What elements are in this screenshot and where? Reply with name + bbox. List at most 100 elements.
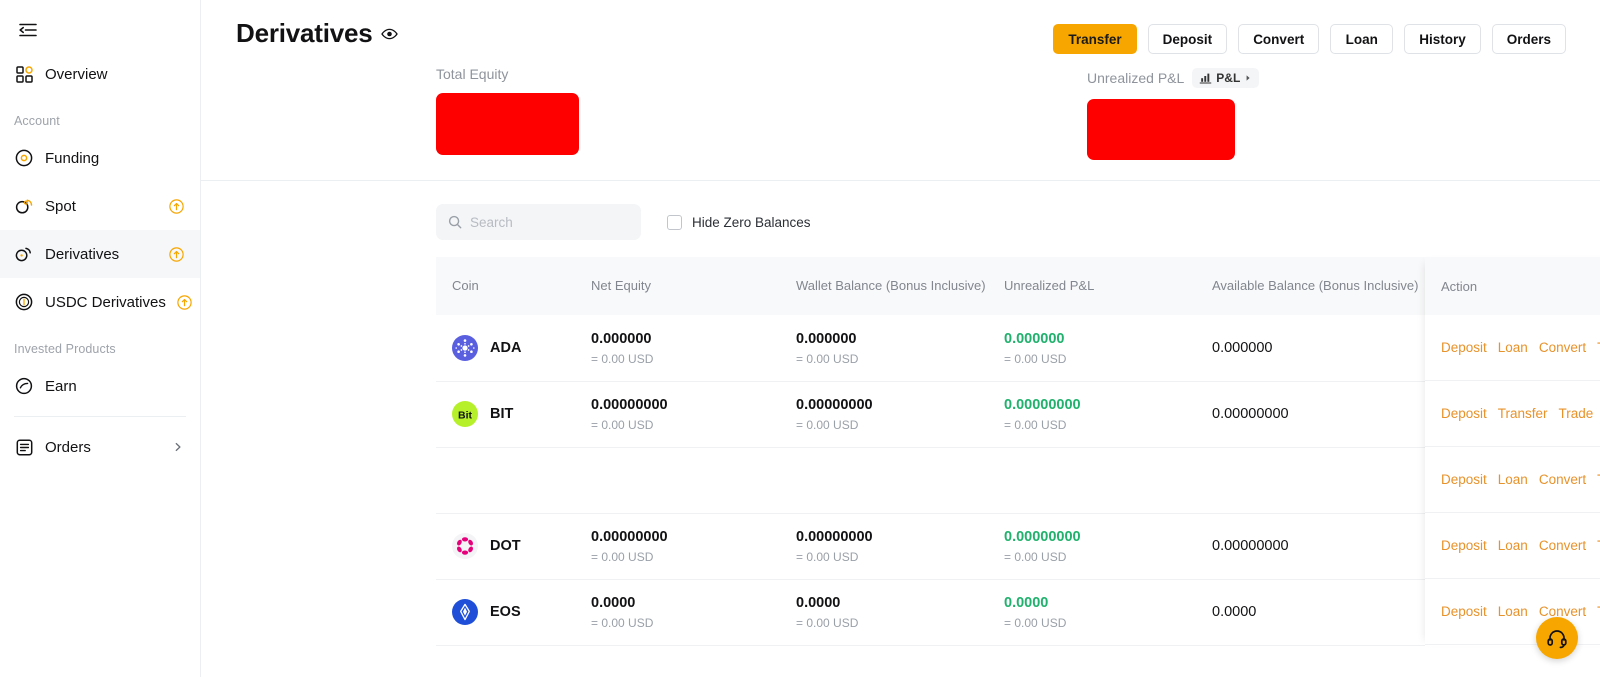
coin-cell: Bit BIT xyxy=(452,401,576,427)
dot-coin-icon xyxy=(452,533,478,559)
header-actions: Transfer Deposit Convert Loan History Or… xyxy=(1053,18,1566,54)
sidebar-collapse-icon[interactable] xyxy=(8,10,48,50)
account-stats: Total Equity Unrealized P&L P&L xyxy=(201,54,1600,174)
hide-zero-balances-checkbox[interactable] xyxy=(667,214,682,230)
loan-link[interactable]: Loan xyxy=(1498,538,1528,553)
wallet-balance-value: 0.00000000 xyxy=(796,396,873,413)
column-header-wallet-balance[interactable]: Wallet Balance (Bonus Inclusive) xyxy=(781,257,989,315)
search-box[interactable] xyxy=(436,204,641,240)
grid-icon xyxy=(14,64,34,84)
net-equity-usd: = 0.00 USD xyxy=(591,351,654,366)
deposit-link[interactable]: Deposit xyxy=(1441,538,1487,553)
net-equity-usd: = 0.00 USD xyxy=(591,550,654,565)
balances-table-wrapper: Coin Net Equity Wallet Balance (Bonus In… xyxy=(436,257,1600,646)
deposit-link[interactable]: Deposit xyxy=(1441,340,1487,355)
sidebar-item-overview[interactable]: Overview xyxy=(0,50,200,98)
history-button[interactable]: History xyxy=(1404,24,1481,54)
page-title: Derivatives xyxy=(236,18,373,48)
deposit-link[interactable]: Deposit xyxy=(1441,406,1487,421)
sidebar-divider xyxy=(14,416,186,417)
deposit-link[interactable]: Deposit xyxy=(1441,604,1487,619)
sidebar-item-label: Earn xyxy=(45,377,77,395)
net-equity-usd: = 0.00 USD xyxy=(591,418,654,433)
deposit-button[interactable]: Deposit xyxy=(1147,24,1228,54)
total-equity-stat: Total Equity xyxy=(436,66,579,155)
eye-visibility-icon[interactable] xyxy=(380,27,398,41)
cell-unrealized-pnl: 0.00000000 = 0.00 USD xyxy=(989,381,1197,448)
cell-coin: DOT xyxy=(436,513,576,580)
orders-button[interactable]: Orders xyxy=(1491,24,1566,54)
main-content: Derivatives Transfer Deposit Convert Loa… xyxy=(201,0,1600,677)
sidebar-item-earn[interactable]: Earn xyxy=(0,362,200,410)
unrealized-pnl-label: Unrealized P&L xyxy=(1087,70,1185,86)
wallet-balance-value: 0.0000 xyxy=(796,594,841,611)
total-equity-label: Total Equity xyxy=(436,66,509,82)
loan-link[interactable]: Loan xyxy=(1498,604,1528,619)
convert-link[interactable]: Convert xyxy=(1539,340,1586,355)
column-header-coin[interactable]: Coin xyxy=(436,257,576,315)
loan-link[interactable]: Loan xyxy=(1498,472,1528,487)
sidebar-item-derivatives[interactable]: Derivatives xyxy=(0,230,200,278)
action-cell: Deposit Transfer Trade xyxy=(1425,381,1600,447)
unrealized-pnl-value-redacted xyxy=(1087,99,1235,160)
unrealized-pnl-value: 0.0000 xyxy=(1004,594,1049,611)
wallet-balance-usd: = 0.00 USD xyxy=(796,418,859,433)
coin-name: ADA xyxy=(490,339,522,356)
column-header-available-balance[interactable]: Available Balance (Bonus Inclusive) xyxy=(1197,257,1437,315)
sidebar-item-label: USDC Derivatives xyxy=(45,293,166,311)
cell-net-equity: 0.00000000 = 0.00 USD xyxy=(576,381,781,448)
pnl-chip-button[interactable]: P&L xyxy=(1192,68,1260,88)
cell-coin: Bit BIT xyxy=(436,381,576,448)
sidebar-section-account: Account xyxy=(14,114,60,128)
sidebar-item-usdc-derivatives[interactable]: USDC Derivatives xyxy=(0,278,200,326)
column-header-unrealized-pnl[interactable]: Unrealized P&L xyxy=(989,257,1197,315)
convert-button[interactable]: Convert xyxy=(1238,24,1320,54)
support-chat-button[interactable] xyxy=(1536,617,1578,659)
earn-icon xyxy=(14,376,34,396)
transfer-button[interactable]: Transfer xyxy=(1053,24,1137,54)
transfer-arrow-icon[interactable] xyxy=(169,198,184,214)
pnl-chip-label: P&L xyxy=(1216,71,1241,85)
coin-cell: EOS xyxy=(452,599,576,625)
transfer-arrow-icon[interactable] xyxy=(177,294,192,310)
cell-coin: EOS xyxy=(436,579,576,646)
coin-name: DOT xyxy=(490,538,521,554)
transfer-link[interactable]: Transfer xyxy=(1498,406,1548,421)
net-equity-value: 0.00000000 xyxy=(591,396,668,413)
sidebar-item-funding[interactable]: Funding xyxy=(0,134,200,182)
column-header-net-equity[interactable]: Net Equity xyxy=(576,257,781,315)
wallet-balance-value: 0.000000 xyxy=(796,330,857,347)
trade-link[interactable]: Trade xyxy=(1559,406,1594,421)
hide-zero-balances-label: Hide Zero Balances xyxy=(692,214,811,230)
bar-chart-icon xyxy=(1199,72,1212,84)
wallet-balance-usd: = 0.00 USD xyxy=(796,351,859,366)
cell-wallet-balance: 0.00000000 = 0.00 USD xyxy=(781,513,989,580)
sidebar-item-orders[interactable]: Orders xyxy=(0,423,200,471)
transfer-arrow-icon[interactable] xyxy=(169,246,184,262)
deposit-link[interactable]: Deposit xyxy=(1441,472,1487,487)
unrealized-pnl-value: 0.00000000 xyxy=(1004,396,1081,413)
search-input[interactable] xyxy=(470,214,629,230)
wallet-balance-usd: = 0.00 USD xyxy=(796,616,859,631)
available-balance-value: 0.00000000 xyxy=(1212,537,1289,554)
convert-link[interactable]: Convert xyxy=(1539,472,1586,487)
loan-link[interactable]: Loan xyxy=(1498,340,1528,355)
ada-coin-icon xyxy=(452,334,478,361)
sidebar-item-label: Spot xyxy=(45,197,76,215)
cell-unrealized-pnl: 0.0000 = 0.00 USD xyxy=(989,579,1197,646)
net-equity-value: 0.00000000 xyxy=(591,528,668,545)
cell-net-equity: 0.0000 = 0.00 USD xyxy=(576,579,781,646)
sidebar-item-label: Overview xyxy=(45,65,108,83)
page-title-row: Derivatives xyxy=(236,18,398,49)
sidebar-item-spot[interactable]: Spot xyxy=(0,182,200,230)
spot-icon xyxy=(14,196,34,216)
unrealized-pnl-usd: = 0.00 USD xyxy=(1004,550,1067,565)
hide-zero-balances-toggle[interactable]: Hide Zero Balances xyxy=(667,214,811,230)
loan-button[interactable]: Loan xyxy=(1330,24,1394,54)
cell-net-equity: 0.000000 = 0.00 USD xyxy=(576,315,781,382)
chevron-right-icon xyxy=(172,441,184,453)
app-root: Overview Account Funding Spot Derivative… xyxy=(0,0,1600,677)
available-balance-value: 0.0000 xyxy=(1212,603,1257,620)
cell-wallet-balance: 0.0000 = 0.00 USD xyxy=(781,579,989,646)
convert-link[interactable]: Convert xyxy=(1539,538,1586,553)
